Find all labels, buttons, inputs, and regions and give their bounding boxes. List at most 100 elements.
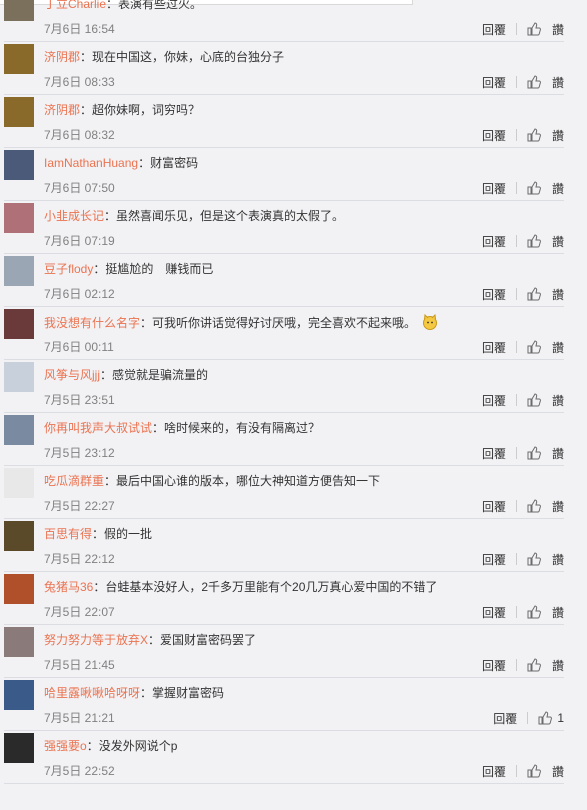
praise-label[interactable]: 讚	[552, 392, 564, 409]
reply-button[interactable]: 回覆	[493, 710, 517, 727]
comment-line: 丁立Charlie：表演有些过火。	[44, 0, 577, 12]
praise-label[interactable]: 讚	[552, 127, 564, 144]
comment-actions: 回覆 讚	[482, 21, 564, 37]
comment-text: 现在中国这，你妹，心底的台独分子	[92, 50, 285, 64]
like-button[interactable]	[527, 75, 546, 89]
comment-username[interactable]: 豆子flody	[44, 262, 93, 276]
like-button[interactable]	[527, 499, 546, 513]
action-divider	[516, 76, 517, 88]
avatar[interactable]	[4, 97, 34, 127]
avatar[interactable]	[4, 468, 34, 498]
comment-username[interactable]: 济阴郡	[44, 103, 80, 117]
praise-label[interactable]: 讚	[552, 763, 564, 780]
comment-actions: 回覆 讚	[482, 233, 564, 249]
praise-label[interactable]: 讚	[552, 74, 564, 91]
reply-button[interactable]: 回覆	[482, 604, 506, 621]
reply-button[interactable]: 回覆	[482, 286, 506, 303]
comment-username[interactable]: 百思有得	[44, 527, 92, 541]
like-button[interactable]	[527, 764, 546, 778]
reply-button[interactable]: 回覆	[482, 127, 506, 144]
reply-button[interactable]: 回覆	[482, 233, 506, 250]
avatar[interactable]	[4, 150, 34, 180]
avatar[interactable]	[4, 256, 34, 286]
avatar[interactable]	[4, 44, 34, 74]
comment-actions: 回覆 讚	[482, 339, 564, 355]
comment-text: 最后中国心谁的版本，哪位大神知道方便告知一下	[116, 474, 381, 488]
reply-button[interactable]: 回覆	[482, 180, 506, 197]
comment-time: 7月5日 22:27	[44, 499, 115, 513]
comment-username[interactable]: 风筝与风jjj	[44, 368, 100, 382]
praise-label[interactable]: 讚	[552, 657, 564, 674]
praise-label[interactable]: 讚	[552, 498, 564, 515]
like-button[interactable]	[527, 287, 546, 301]
like-button[interactable]	[527, 393, 546, 407]
avatar[interactable]	[4, 733, 34, 763]
avatar[interactable]	[4, 574, 34, 604]
comment-username[interactable]: 吃瓜滴群重	[44, 474, 104, 488]
thumbs-up-icon	[527, 552, 541, 566]
avatar[interactable]	[4, 521, 34, 551]
avatar[interactable]	[4, 203, 34, 233]
comment-text: 财富密码	[150, 156, 199, 170]
like-button[interactable]: 1	[538, 711, 564, 725]
comment-list: 丁立Charlie：表演有些过火。 7月6日 16:54 回覆 讚 济阴郡：现在…	[0, 0, 587, 784]
reply-button[interactable]: 回覆	[482, 392, 506, 409]
comment-line: 我没想有什么名字：可我听你讲话觉得好讨厌哦，完全喜欢不起来哦。	[44, 313, 577, 334]
praise-label[interactable]: 讚	[552, 180, 564, 197]
like-button[interactable]	[527, 552, 546, 566]
comment-username[interactable]: 哈里露啾啾哈呀呀	[44, 686, 140, 700]
thumbs-up-icon	[527, 499, 541, 513]
reply-button[interactable]: 回覆	[482, 763, 506, 780]
comment-username[interactable]: 你再叫我声大叔试试	[44, 421, 152, 435]
comment-username[interactable]: 小韭成长记	[44, 209, 104, 223]
avatar[interactable]	[4, 680, 34, 710]
comment-line: 兔猪马36：台蛙基本没好人，2千多万里能有个20几万真心爱中国的不错了	[44, 580, 438, 594]
like-button[interactable]	[527, 22, 546, 36]
comment-username[interactable]: IamNathanHuang	[44, 156, 138, 170]
comment-username[interactable]: 我没想有什么名字	[44, 316, 140, 330]
like-button[interactable]	[527, 128, 546, 142]
reply-button[interactable]: 回覆	[482, 21, 506, 38]
reply-button[interactable]: 回覆	[482, 339, 506, 356]
reply-button[interactable]: 回覆	[482, 445, 506, 462]
like-button[interactable]	[527, 340, 546, 354]
comment-item: 你再叫我声大叔试试：啥时候来的，有没有隔离过？ 7月5日 23:12 回覆 讚	[0, 413, 587, 466]
like-button[interactable]	[527, 181, 546, 195]
reply-button[interactable]: 回覆	[482, 74, 506, 91]
thumbs-up-icon	[527, 393, 541, 407]
like-button[interactable]	[527, 658, 546, 672]
avatar[interactable]	[4, 415, 34, 445]
avatar[interactable]	[4, 627, 34, 657]
like-button[interactable]	[527, 234, 546, 248]
praise-label[interactable]: 讚	[552, 286, 564, 303]
avatar[interactable]	[4, 362, 34, 392]
comment-item: 哈里露啾啾哈呀呀：掌握财富密码 7月5日 21:21 回覆 1 讚	[0, 678, 587, 731]
praise-label[interactable]: 讚	[552, 21, 564, 38]
praise-label[interactable]: 讚	[552, 604, 564, 621]
praise-label[interactable]: 讚	[552, 233, 564, 250]
comment-text: 台蛙基本没好人，2千多万里能有个20几万真心爱中国的不错了	[105, 580, 438, 594]
avatar[interactable]	[4, 309, 34, 339]
action-divider	[516, 288, 517, 300]
comment-line: 济阴郡：现在中国这，你妹，心底的台独分子	[44, 50, 285, 64]
praise-label[interactable]: 讚	[552, 445, 564, 462]
comment-actions: 回覆 讚	[482, 180, 564, 196]
avatar[interactable]	[4, 0, 34, 21]
comment-item: 风筝与风jjj：感觉就是骗流量的 7月5日 23:51 回覆 讚	[0, 360, 587, 413]
reply-button[interactable]: 回覆	[482, 498, 506, 515]
thumbs-up-icon	[527, 340, 541, 354]
like-button[interactable]	[527, 605, 546, 619]
thumbs-up-icon	[527, 658, 541, 672]
reply-button[interactable]: 回覆	[482, 657, 506, 674]
comment-username[interactable]: 强强要o	[44, 739, 87, 753]
comment-username[interactable]: 兔猪马36	[44, 580, 93, 594]
comment-actions: 回覆 讚	[482, 604, 564, 620]
comment-username[interactable]: 丁立Charlie	[44, 0, 106, 11]
like-button[interactable]	[527, 446, 546, 460]
praise-label[interactable]: 讚	[552, 339, 564, 356]
comment-actions: 回覆 讚	[482, 763, 564, 779]
comment-username[interactable]: 努力努力等于放弃X	[44, 633, 148, 647]
reply-button[interactable]: 回覆	[482, 551, 506, 568]
praise-label[interactable]: 讚	[552, 551, 564, 568]
comment-username[interactable]: 济阴郡	[44, 50, 80, 64]
